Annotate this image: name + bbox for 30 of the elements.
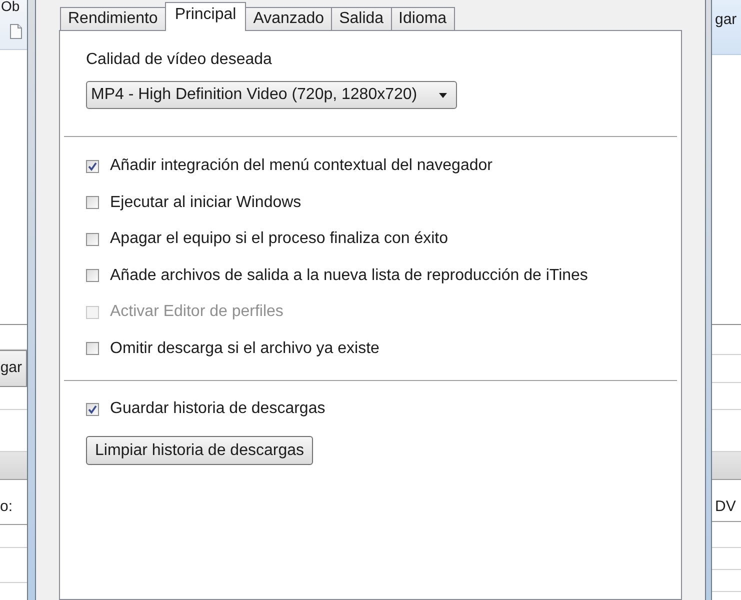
checkbox-label: Guardar historia de descargas [110, 399, 326, 419]
tab[interactable]: Idioma [390, 7, 455, 30]
checkbox[interactable] [86, 269, 99, 282]
checkbox-label: Añadir integración del menú contextual del navegador [110, 156, 492, 176]
checkmark-icon [88, 404, 97, 414]
checkbox[interactable] [86, 342, 99, 356]
checkbox[interactable] [86, 402, 99, 416]
document-icon [10, 24, 22, 39]
field-label: Calidad de vídeo deseada [86, 51, 272, 69]
checkbox-label: Añade archivos de salida a la nueva lista de reproducción de iTines [110, 266, 588, 286]
field-label: o: [0, 497, 13, 518]
toolbar-text: gar [715, 11, 737, 28]
checkbox-label: Ejecutar al iniciar Windows [110, 192, 302, 213]
checkmark-icon [88, 162, 97, 171]
tab[interactable]: Salida [331, 7, 392, 30]
tab[interactable]: Rendimiento [60, 7, 166, 30]
field-value: DV [715, 497, 736, 518]
background-button[interactable]: gar [0, 350, 27, 387]
checkbox[interactable] [86, 232, 99, 246]
checkbox-label: Apagar el equipo si el proceso finaliza con éxito [110, 229, 448, 250]
clear-history-button[interactable]: Limpiar historia de descargas [86, 436, 313, 465]
checkbox[interactable] [86, 196, 99, 210]
dropdown-arrow-icon [439, 92, 447, 98]
tab[interactable]: Avanzado [245, 7, 332, 30]
quality-dropdown[interactable]: MP4 - High Definition Video (720p, 1280x720) [86, 81, 457, 109]
toolbar-text: Ob [0, 0, 20, 13]
checkbox-label: Activar Editor de perfiles [110, 302, 284, 322]
checkbox-label: Omitir descarga si el archivo ya existe [110, 338, 380, 359]
checkbox[interactable] [86, 160, 99, 173]
tab[interactable]: Principal [164, 2, 246, 31]
